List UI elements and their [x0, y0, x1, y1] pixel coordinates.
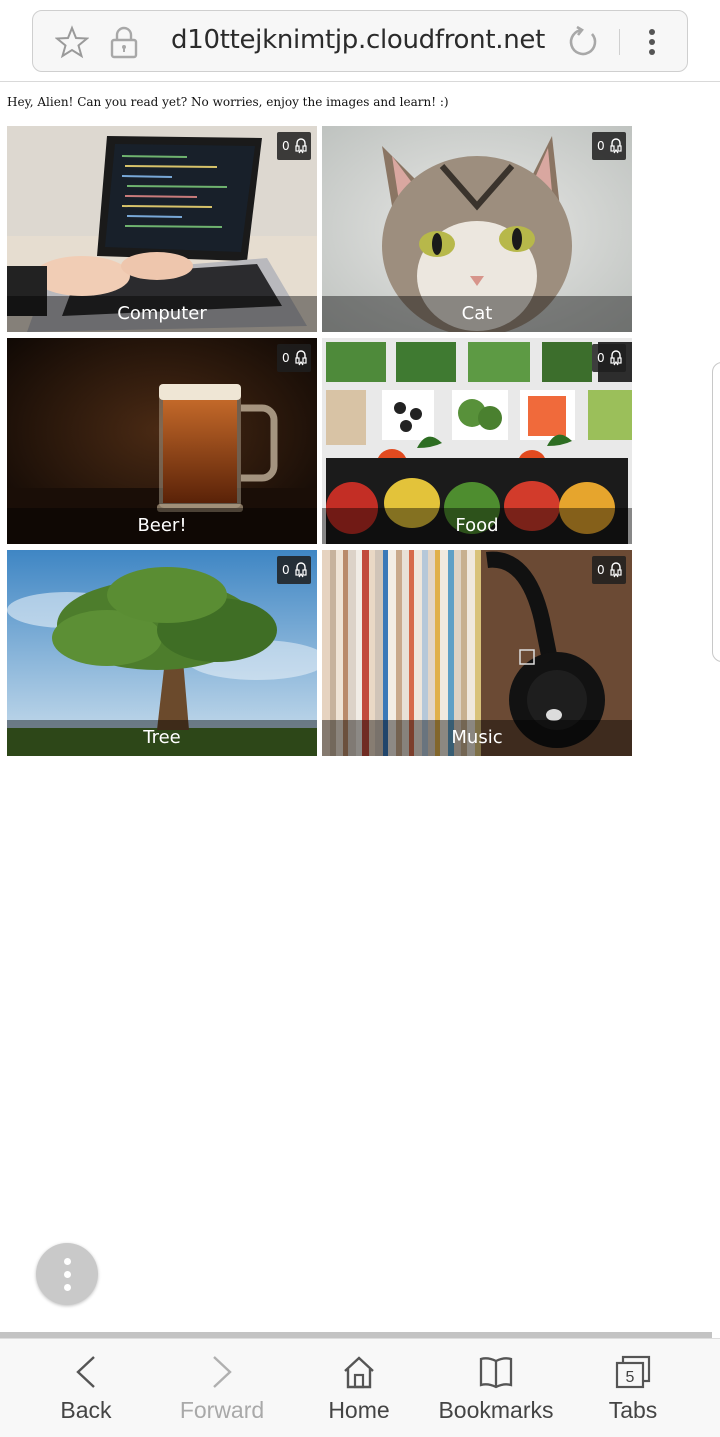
dot-icon — [64, 1284, 71, 1291]
back-label: Back — [60, 1397, 112, 1423]
bookmarks-button[interactable]: Bookmarks — [426, 1339, 566, 1437]
lock-icon — [110, 26, 138, 59]
overflow-menu-icon[interactable] — [637, 25, 667, 59]
dot-icon — [64, 1271, 71, 1278]
views-badge: 0 — [592, 556, 626, 584]
greeting-text: Hey, Alien! Can you read yet? No worries… — [7, 95, 449, 109]
reload-icon[interactable] — [565, 25, 599, 59]
forward-label: Forward — [179, 1397, 265, 1423]
tile-beer[interactable]: 0 Beer! — [7, 338, 317, 544]
back-arrow-icon — [76, 1356, 95, 1388]
tile-label: Cat — [322, 296, 632, 332]
tile-food[interactable]: 0 Food — [322, 338, 632, 544]
tabs-label: Tabs — [608, 1397, 658, 1423]
listen-icon — [610, 138, 622, 154]
bookmark-star-icon[interactable] — [55, 25, 89, 59]
tile-tree[interactable]: 0 Tree — [7, 550, 317, 756]
toolbar-divider — [619, 29, 620, 55]
bookmarks-book-icon — [479, 1357, 513, 1389]
edge-panel-handle[interactable] — [712, 362, 720, 662]
tabs-icon: 5 — [615, 1355, 651, 1389]
listen-icon — [610, 350, 622, 366]
bookmarks-label: Bookmarks — [438, 1397, 554, 1423]
tab-count: 5 — [626, 1369, 635, 1386]
tile-computer[interactable]: 0 Computer — [7, 126, 317, 332]
views-badge: 0 — [592, 132, 626, 160]
tile-label: Beer! — [7, 508, 317, 544]
tile-cat[interactable]: 0 Cat — [322, 126, 632, 332]
home-label: Home — [328, 1397, 390, 1423]
listen-icon — [610, 562, 622, 578]
views-badge: 0 — [277, 556, 311, 584]
url-text[interactable]: d10ttejknimtjp.cloudfront.net — [171, 25, 545, 55]
forward-arrow-icon — [213, 1356, 232, 1388]
home-button[interactable]: Home — [289, 1339, 429, 1437]
listen-icon — [295, 350, 307, 366]
listen-icon — [295, 562, 307, 578]
dot-icon — [64, 1258, 71, 1265]
tile-label: Food — [322, 508, 632, 544]
bottom-navigation: Back Forward Home Bookmarks 5 Tabs — [0, 1338, 720, 1437]
views-badge: 0 — [277, 344, 311, 372]
browser-toolbar: d10ttejknimtjp.cloudfront.net — [0, 0, 720, 82]
tile-label: Computer — [7, 296, 317, 332]
back-button[interactable]: Back — [16, 1339, 156, 1437]
tile-music[interactable]: 0 Music — [322, 550, 632, 756]
views-badge: 0 — [592, 344, 626, 372]
home-icon — [344, 1356, 374, 1389]
tile-label: Music — [322, 720, 632, 756]
tile-label: Tree — [7, 720, 317, 756]
forward-button[interactable]: Forward — [152, 1339, 292, 1437]
floating-menu-button[interactable] — [36, 1243, 98, 1305]
tabs-button[interactable]: 5 Tabs — [563, 1339, 703, 1437]
views-badge: 0 — [277, 132, 311, 160]
address-bar[interactable]: d10ttejknimtjp.cloudfront.net — [32, 10, 688, 72]
listen-icon — [295, 138, 307, 154]
